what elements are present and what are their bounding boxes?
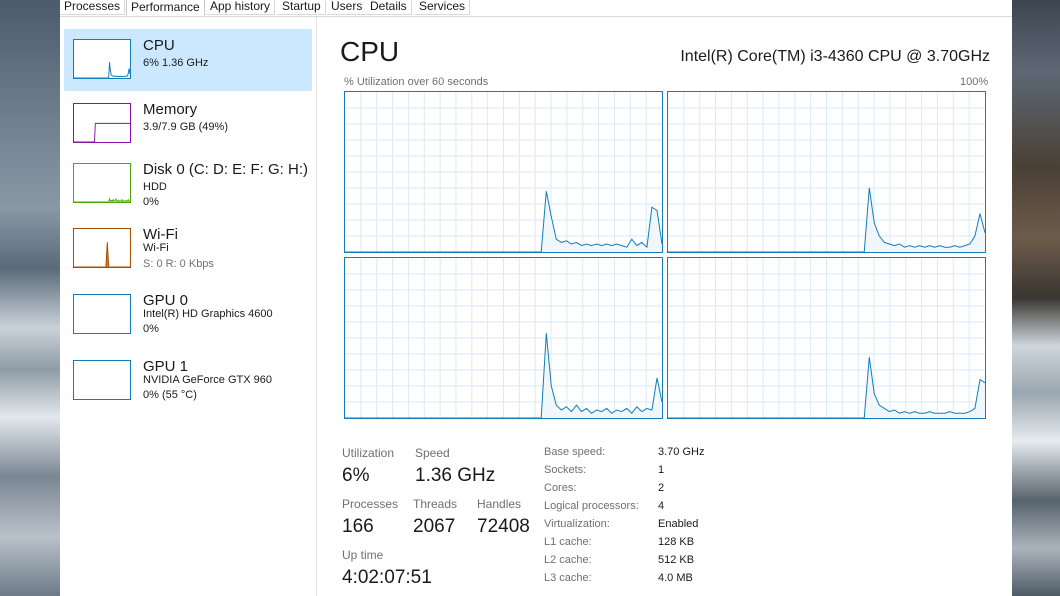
spec-value: Enabled bbox=[658, 518, 699, 530]
spec-label: L3 cache: bbox=[544, 572, 592, 584]
sidebar-item-detail: HDD bbox=[143, 181, 167, 193]
sidebar-item-detail-2: S: 0 R: 0 Kbps bbox=[143, 258, 214, 270]
spec-label: Logical processors: bbox=[544, 500, 639, 512]
core-graph-grid bbox=[345, 258, 662, 418]
tab-services[interactable]: Services bbox=[415, 0, 471, 15]
tab-app-history[interactable]: App history bbox=[206, 0, 276, 15]
sidebar-item-detail: 3.9/7.9 GB (49%) bbox=[143, 121, 228, 133]
processes-label: Processes bbox=[342, 497, 399, 511]
sidebar-divider bbox=[316, 17, 317, 596]
wifi-thumbnail-spike bbox=[105, 242, 110, 267]
sidebar-item-detail: Wi-Fi bbox=[143, 242, 169, 254]
gpu0-thumbnail-graph bbox=[73, 294, 131, 334]
spec-label: Cores: bbox=[544, 482, 577, 494]
page-title: CPU bbox=[340, 36, 400, 67]
spec-label: Sockets: bbox=[544, 464, 587, 476]
sidebar-item-memory[interactable]: Memory 3.9/7.9 GB (49%) bbox=[64, 93, 312, 155]
sidebar-item-detail: NVIDIA GeForce GTX 960 bbox=[143, 374, 272, 386]
spec-label: Base speed: bbox=[544, 446, 606, 458]
core-graph-1 bbox=[344, 91, 663, 253]
speed-value: 1.36 GHz bbox=[415, 465, 496, 486]
spec-value: 1 bbox=[658, 464, 665, 476]
sidebar-item-title: CPU bbox=[143, 37, 175, 54]
tab-startup[interactable]: Startup bbox=[278, 0, 326, 15]
spec-value: 4.0 MB bbox=[658, 572, 693, 584]
spec-value: 3.70 GHz bbox=[658, 446, 705, 458]
speed-label: Speed bbox=[415, 446, 450, 460]
threads-label: Threads bbox=[413, 497, 458, 511]
spec-label: L1 cache: bbox=[544, 536, 592, 548]
spec-value: 512 KB bbox=[658, 554, 695, 566]
tab-processes[interactable]: Processes bbox=[60, 0, 126, 15]
graph-max-label: 100% bbox=[960, 76, 989, 88]
wifi-thumbnail-graph bbox=[73, 228, 131, 268]
task-manager-window: Processes Performance App history Startu… bbox=[60, 0, 1012, 596]
spec-value: 2 bbox=[658, 482, 665, 494]
core-graph-4 bbox=[667, 257, 986, 419]
sidebar-item-title: GPU 0 bbox=[143, 292, 189, 309]
desktop-wallpaper-right bbox=[1012, 0, 1060, 596]
core-graph-grid bbox=[668, 258, 985, 418]
memory-thumbnail-line bbox=[74, 122, 130, 142]
processes-value: 166 bbox=[342, 516, 374, 537]
sidebar-item-title: Memory bbox=[143, 101, 198, 118]
handles-value: 72408 bbox=[477, 516, 530, 537]
sidebar-item-wifi[interactable]: Wi-Fi Wi-Fi S: 0 R: 0 Kbps bbox=[64, 218, 312, 280]
utilization-value: 6% bbox=[342, 465, 370, 486]
sidebar-item-title: GPU 1 bbox=[143, 358, 189, 375]
tab-bar: Processes Performance App history Startu… bbox=[60, 0, 1012, 17]
spec-label: L2 cache: bbox=[544, 554, 592, 566]
resource-sidebar: CPU 6% 1.36 GHz Memory 3.9/7.9 GB (49%) … bbox=[60, 17, 316, 596]
sidebar-item-cpu[interactable]: CPU 6% 1.36 GHz bbox=[64, 29, 312, 91]
handles-label: Handles bbox=[477, 497, 522, 511]
sidebar-item-detail-2: 0% bbox=[143, 196, 159, 208]
tab-details[interactable]: Details bbox=[366, 0, 412, 15]
disk-thumbnail-graph bbox=[73, 163, 131, 203]
sidebar-item-detail-2: 0% (55 °C) bbox=[143, 389, 197, 401]
cpu-thumbnail-graph bbox=[73, 39, 131, 79]
uptime-value: 4:02:07:51 bbox=[342, 567, 432, 588]
uptime-label: Up time bbox=[342, 548, 384, 562]
sidebar-item-title: Disk 0 (C: D: E: F: G: H:) bbox=[143, 161, 309, 178]
cpu-model-name: Intel(R) Core(TM) i3-4360 CPU @ 3.70GHz bbox=[680, 48, 990, 65]
core-graph-grid bbox=[345, 92, 662, 252]
utilization-label: Utilization bbox=[342, 446, 395, 460]
spec-value: 128 KB bbox=[658, 536, 695, 548]
sidebar-item-detail: Intel(R) HD Graphics 4600 bbox=[143, 308, 273, 320]
sidebar-item-detail: 6% 1.36 GHz bbox=[143, 57, 209, 69]
gpu1-thumbnail-graph bbox=[73, 360, 131, 400]
sidebar-item-gpu0[interactable]: GPU 0 Intel(R) HD Graphics 4600 0% bbox=[64, 284, 312, 346]
tab-users[interactable]: Users bbox=[327, 0, 368, 15]
desktop-wallpaper-left bbox=[0, 0, 60, 596]
core-graph-2 bbox=[667, 91, 986, 253]
sidebar-item-title: Wi-Fi bbox=[143, 226, 178, 243]
sidebar-item-disk[interactable]: Disk 0 (C: D: E: F: G: H:) HDD 0% bbox=[64, 153, 312, 215]
sidebar-item-gpu1[interactable]: GPU 1 NVIDIA GeForce GTX 960 0% (55 °C) bbox=[64, 350, 312, 412]
cpu-thumbnail-line bbox=[74, 61, 130, 78]
sidebar-item-detail-2: 0% bbox=[143, 323, 159, 335]
disk-thumbnail-line bbox=[74, 197, 130, 202]
memory-thumbnail-graph bbox=[73, 103, 131, 143]
graph-axis-label: % Utilization over 60 seconds bbox=[344, 76, 489, 88]
spec-label: Virtualization: bbox=[544, 518, 610, 530]
threads-value: 2067 bbox=[413, 516, 456, 537]
core-graph-grid bbox=[668, 92, 985, 252]
spec-value: 4 bbox=[658, 500, 665, 512]
core-graph-3 bbox=[344, 257, 663, 419]
tab-performance[interactable]: Performance bbox=[126, 0, 205, 16]
